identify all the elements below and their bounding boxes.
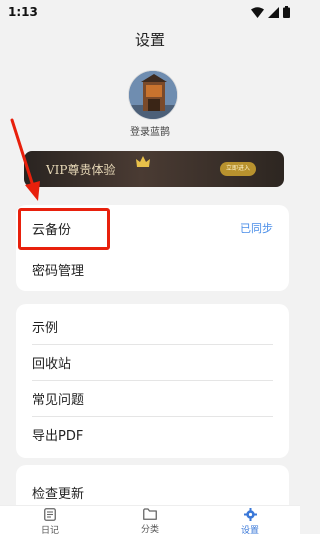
- tab-diary[interactable]: 日记: [0, 506, 100, 534]
- password-management-label: 密码管理: [32, 263, 85, 279]
- tab-settings[interactable]: 设置: [200, 506, 300, 534]
- gear-icon: [243, 508, 257, 521]
- check-update-item[interactable]: 检查更新: [16, 477, 289, 507]
- page-title: 设置: [134, 31, 165, 49]
- tab-category[interactable]: 分类: [100, 506, 200, 534]
- vip-banner[interactable]: VIP尊贵体验 立即进入: [24, 151, 284, 187]
- password-management-item[interactable]: 密码管理: [16, 251, 289, 287]
- status-bar: 1:13: [0, 0, 300, 24]
- export-pdf-label: 导出PDF: [32, 429, 84, 444]
- recycle-bin-item[interactable]: 回收站: [16, 345, 289, 380]
- signal-icon: [268, 6, 279, 18]
- export-pdf-item[interactable]: 导出PDF: [16, 417, 289, 452]
- faq-label: 常见问题: [32, 393, 85, 408]
- faq-item[interactable]: 常见问题: [16, 381, 289, 416]
- sync-status: 已同步: [240, 222, 273, 235]
- wifi-icon: [251, 6, 264, 18]
- check-update-label: 检查更新: [32, 486, 85, 502]
- battery-icon: [283, 6, 290, 18]
- example-label: 示例: [32, 321, 59, 336]
- annotation-highlight-box: [18, 208, 110, 250]
- status-icons: [251, 6, 290, 18]
- diary-icon: [44, 508, 56, 521]
- vip-title: VIP尊贵体验: [46, 162, 116, 177]
- example-item[interactable]: 示例: [16, 309, 289, 344]
- crown-icon: [136, 156, 150, 167]
- tab-category-label: 分类: [140, 525, 159, 534]
- tab-settings-label: 设置: [240, 526, 259, 534]
- avatar[interactable]: [128, 70, 178, 120]
- folder-icon: [143, 508, 157, 520]
- vip-enter-button[interactable]: 立即进入: [219, 162, 256, 176]
- status-time: 1:13: [8, 5, 38, 19]
- misc-card: 示例 回收站 常见问题 导出PDF: [16, 304, 289, 458]
- recycle-bin-label: 回收站: [32, 357, 72, 372]
- login-label[interactable]: 登录蓝鹊: [0, 123, 300, 138]
- tab-bar: 日记 分类 设置: [0, 505, 300, 534]
- tab-diary-label: 日记: [40, 526, 59, 534]
